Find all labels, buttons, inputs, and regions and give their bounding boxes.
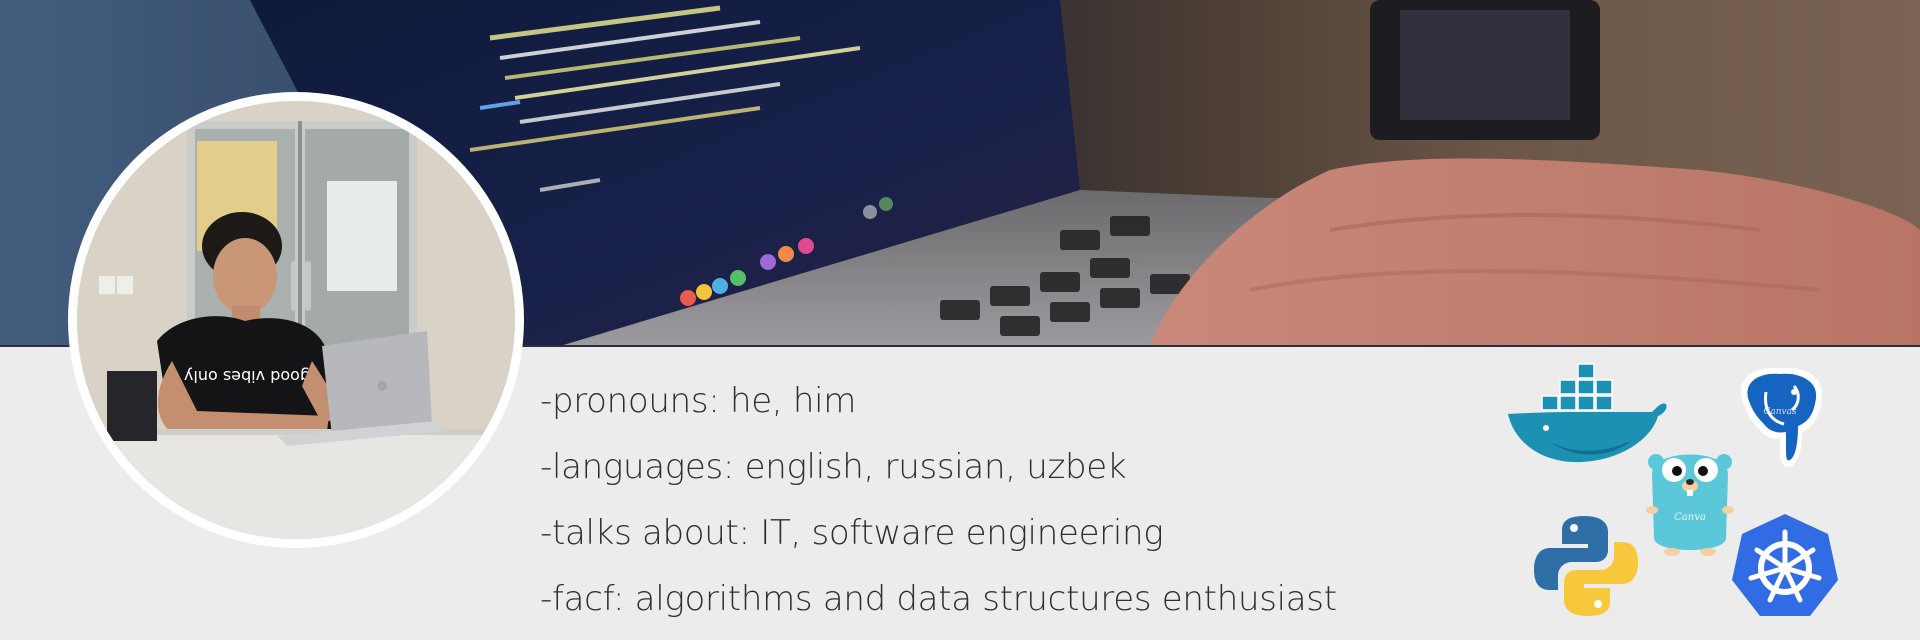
avatar-photo: good vibes only <box>77 101 515 539</box>
kubernetes-wheel-icon <box>1732 514 1838 616</box>
go-caption: Canva <box>1674 512 1706 523</box>
shirt-print: good vibes only <box>184 367 310 386</box>
bio-languages: -languages: english, russian, uzbek <box>540 447 1127 487</box>
go-gopher-icon: Canva <box>1646 454 1734 556</box>
bio-pronouns: -pronouns: he, him <box>540 381 857 421</box>
profile-banner: good vibes only -pronouns: he, him -lang… <box>0 0 1920 640</box>
person-at-laptop-photo: good vibes only <box>77 101 515 539</box>
avatar: good vibes only <box>68 92 524 548</box>
python-icon <box>1534 516 1638 616</box>
bio-talks-about: -talks about: IT, software engineering <box>540 513 1164 553</box>
bio-list: -pronouns: he, him -languages: english, … <box>540 368 1360 632</box>
bio-fact: -facf: algorithms and data structures en… <box>540 579 1337 619</box>
postgresql-elephant-icon: Canvas <box>1740 367 1823 468</box>
postgresql-caption: Canvas <box>1763 407 1796 417</box>
